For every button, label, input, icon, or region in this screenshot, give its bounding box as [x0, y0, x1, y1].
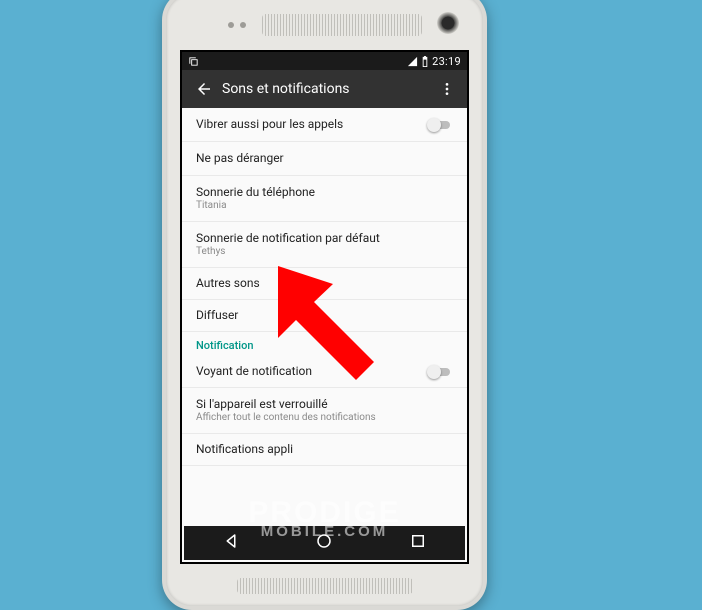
section-header-notification: Notification — [182, 332, 467, 356]
nav-home-icon — [315, 532, 333, 550]
screenshot-icon — [188, 56, 199, 67]
screen: 23:19 Sons et notifications Vibrer aussi… — [182, 52, 467, 562]
front-camera — [437, 12, 459, 34]
nav-home-button[interactable] — [315, 532, 333, 554]
row-label: Sonnerie de notification par défaut — [196, 231, 453, 245]
row-label: Sonnerie du téléphone — [196, 185, 453, 199]
settings-list: Vibrer aussi pour les appels Ne pas déra… — [182, 108, 467, 466]
app-bar: Sons et notifications — [182, 70, 467, 108]
bottom-speaker — [237, 578, 413, 594]
row-cast[interactable]: Diffuser — [182, 300, 467, 332]
row-label: Vibrer aussi pour les appels — [196, 117, 453, 131]
phone-body: 23:19 Sons et notifications Vibrer aussi… — [166, 0, 483, 606]
row-label: Ne pas déranger — [196, 151, 453, 165]
row-value: Afficher tout le contenu des notificatio… — [196, 412, 453, 423]
nav-recents-icon — [409, 532, 427, 550]
row-label: Diffuser — [196, 308, 453, 322]
row-value: Titania — [196, 200, 453, 211]
row-app-notifications[interactable]: Notifications appli — [182, 434, 467, 466]
page-title: Sons et notifications — [216, 81, 437, 97]
signal-icon — [407, 56, 418, 67]
status-bar: 23:19 — [182, 52, 467, 70]
phone-frame: 23:19 Sons et notifications Vibrer aussi… — [162, 0, 487, 610]
status-bar-left — [188, 56, 199, 67]
row-label: Notifications appli — [196, 442, 453, 456]
more-vert-icon — [439, 81, 455, 97]
row-phone-ringtone[interactable]: Sonnerie du téléphone Titania — [182, 176, 467, 222]
row-do-not-disturb[interactable]: Ne pas déranger — [182, 142, 467, 176]
status-bar-right: 23:19 — [407, 55, 461, 68]
sensor-hole — [228, 22, 234, 28]
row-when-device-locked[interactable]: Si l'appareil est verrouillé Afficher to… — [182, 388, 467, 434]
nav-back-button[interactable] — [222, 532, 240, 554]
nav-recents-button[interactable] — [409, 532, 427, 554]
sensor-hole — [240, 22, 246, 28]
phone-top-hardware — [166, 0, 483, 50]
row-default-notification-sound[interactable]: Sonnerie de notification par défaut Teth… — [182, 222, 467, 268]
overflow-button[interactable] — [437, 81, 457, 97]
row-value: Tethys — [196, 246, 453, 257]
row-label: Si l'appareil est verrouillé — [196, 397, 453, 411]
row-vibrate-on-call[interactable]: Vibrer aussi pour les appels — [182, 108, 467, 142]
phone-bottom-hardware — [166, 568, 483, 606]
battery-icon — [421, 56, 429, 67]
nav-back-icon — [222, 532, 240, 550]
row-other-sounds[interactable]: Autres sons — [182, 268, 467, 300]
notification-light-toggle[interactable] — [427, 365, 453, 379]
navigation-bar — [184, 526, 465, 560]
row-label: Autres sons — [196, 276, 453, 290]
vibrate-toggle[interactable] — [427, 118, 453, 132]
row-label: Voyant de notification — [196, 364, 453, 378]
back-button[interactable] — [192, 80, 216, 98]
earpiece-speaker — [262, 14, 422, 36]
arrow-back-icon — [195, 80, 213, 98]
screen-bezel: 23:19 Sons et notifications Vibrer aussi… — [180, 50, 469, 564]
row-notification-light[interactable]: Voyant de notification — [182, 356, 467, 388]
clock-text: 23:19 — [432, 55, 461, 68]
